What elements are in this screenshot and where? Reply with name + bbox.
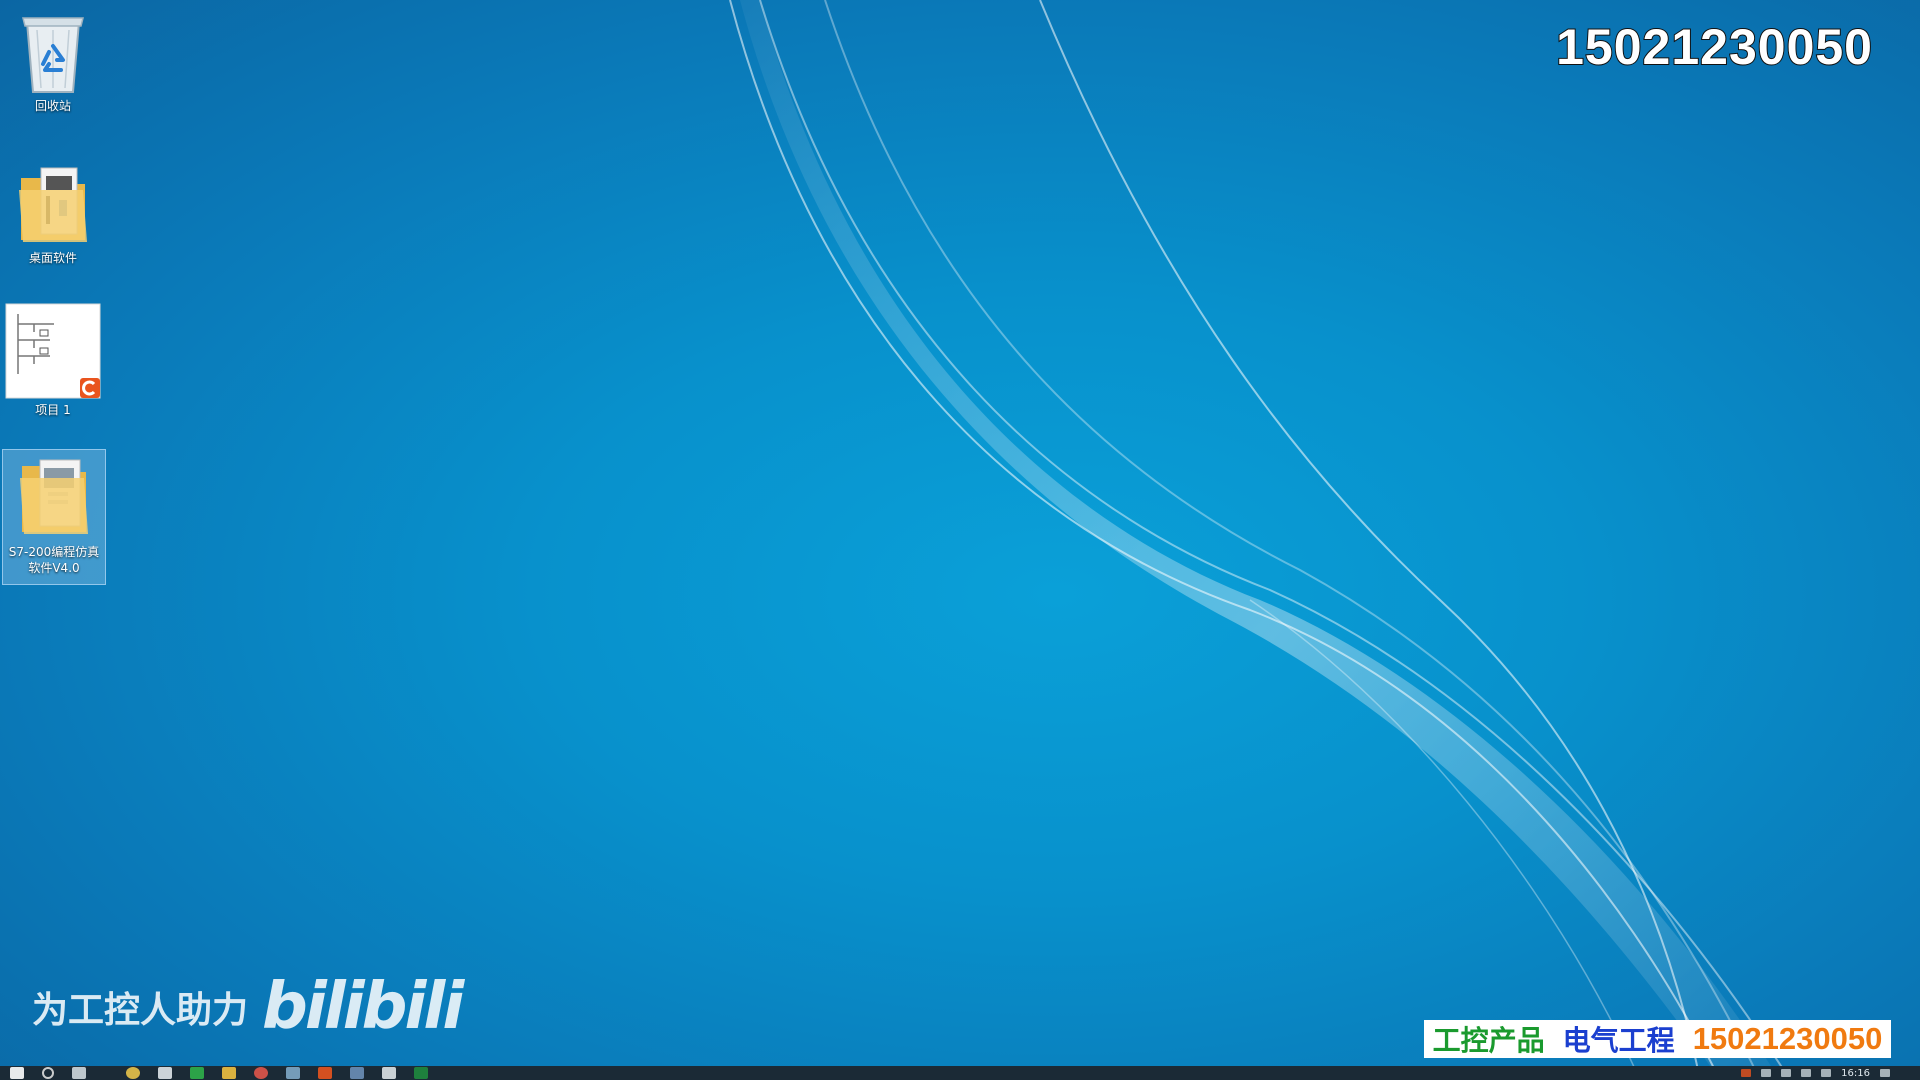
tia-portal-icon[interactable] bbox=[286, 1067, 300, 1079]
project-file-icon bbox=[5, 303, 101, 399]
folder-icon[interactable] bbox=[222, 1067, 236, 1079]
recycle-bin-icon bbox=[22, 17, 84, 93]
phone-number-overlay: 15021230050 bbox=[1555, 18, 1873, 76]
desktop-icon-label: 项目 1 bbox=[35, 403, 71, 417]
app-icon[interactable] bbox=[382, 1067, 396, 1079]
tray-app-icon[interactable] bbox=[1741, 1069, 1752, 1077]
desktop-icon-s7-200-software[interactable]: S7-200编程仿真软件V4.0 bbox=[2, 449, 106, 585]
desktop-icon-recycle-bin[interactable]: 回收站 bbox=[2, 8, 104, 114]
desktop-icon-label: 回收站 bbox=[34, 99, 71, 113]
promo-banner: 工控产品 电气工程 15021230050 bbox=[1424, 1020, 1891, 1058]
taskbar-clock[interactable]: 16:16 bbox=[1841, 1068, 1870, 1079]
app-icon[interactable] bbox=[318, 1067, 332, 1079]
notification-icon[interactable] bbox=[1880, 1069, 1890, 1077]
bilibili-watermark: 为工控人助力 bilibili bbox=[32, 970, 464, 1044]
app-icon[interactable] bbox=[190, 1067, 204, 1079]
keyboard-icon[interactable] bbox=[1821, 1069, 1832, 1077]
bilibili-logo: bilibili bbox=[262, 970, 464, 1044]
task-view-icon[interactable] bbox=[72, 1067, 86, 1079]
windows-start-icon[interactable] bbox=[10, 1067, 24, 1079]
window-icon[interactable] bbox=[350, 1067, 364, 1079]
excel-icon[interactable] bbox=[414, 1067, 428, 1079]
chrome-icon[interactable] bbox=[126, 1067, 140, 1079]
watermark-slogan: 为工控人助力 bbox=[32, 990, 249, 1031]
desktop-icon-label: S7-200编程仿真软件V4.0 bbox=[8, 545, 100, 575]
system-tray: 16:16 bbox=[1741, 1066, 1920, 1080]
search-icon[interactable] bbox=[42, 1067, 54, 1079]
desktop-icon-project-1[interactable]: 项目 1 bbox=[2, 302, 104, 418]
desktop-icon-label: 桌面软件 bbox=[28, 251, 77, 265]
promo-text-phone: 15021230050 bbox=[1692, 1021, 1883, 1056]
desktop-background: 回收站 桌面软件 项目 1 S7-200编程仿真软件V4.0 150212300… bbox=[0, 0, 1920, 1080]
desktop-icon-desktop-software[interactable]: 桌面软件 bbox=[2, 160, 104, 266]
taskbar: 16:16 bbox=[0, 1066, 1920, 1080]
promo-text-engineering: 电气工程 bbox=[1562, 1024, 1675, 1057]
volume-icon[interactable] bbox=[1801, 1069, 1812, 1077]
promo-text-products: 工控产品 bbox=[1432, 1024, 1545, 1057]
explorer-icon[interactable] bbox=[158, 1067, 172, 1079]
folder-icon bbox=[20, 459, 88, 534]
folder-icon bbox=[19, 167, 87, 242]
network-icon[interactable] bbox=[1781, 1069, 1792, 1077]
chevron-up-icon[interactable] bbox=[1761, 1069, 1772, 1077]
wallpaper-curves bbox=[729, 0, 1791, 1080]
browser-icon[interactable] bbox=[254, 1067, 268, 1079]
